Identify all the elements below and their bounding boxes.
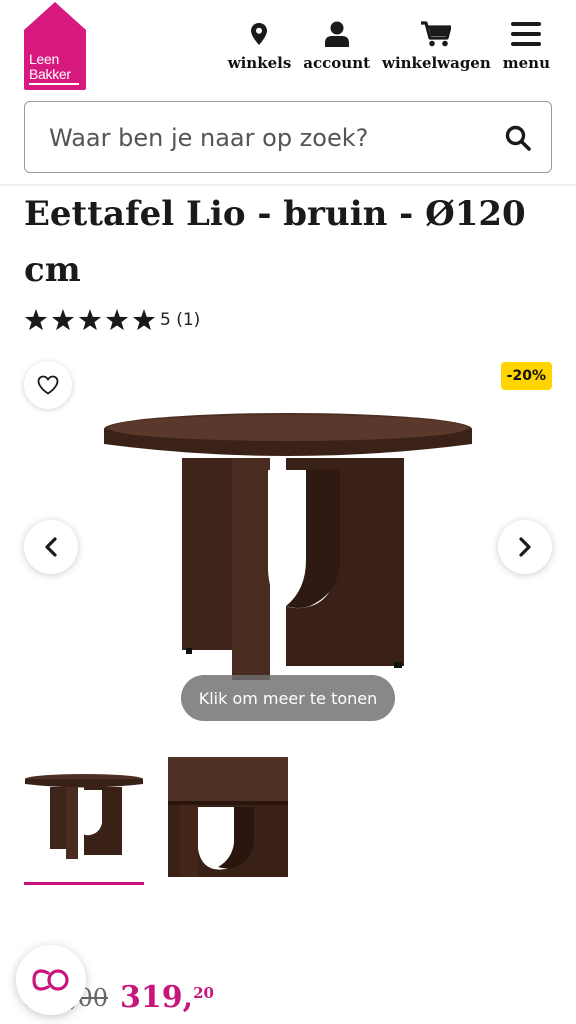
- cart-icon: [421, 18, 452, 50]
- gallery-next-button[interactable]: [498, 520, 552, 574]
- star-icon: [132, 309, 156, 331]
- map-pin-icon: [251, 18, 268, 50]
- star-icon: [105, 309, 129, 331]
- product-rating[interactable]: 5 (1): [24, 309, 200, 331]
- header-nav: winkels account winkelwagen menu: [222, 18, 556, 72]
- chat-logo-icon: [32, 969, 69, 991]
- nav-account[interactable]: account: [297, 18, 376, 72]
- current-price: 319,: [119, 980, 194, 1015]
- nav-label: winkels: [227, 54, 292, 72]
- product-gallery: -20% Klik om meer te tonen: [0, 352, 576, 732]
- favorite-button[interactable]: [24, 361, 72, 409]
- nav-label: winkelwagen: [382, 54, 491, 72]
- nav-winkelwagen[interactable]: winkelwagen: [376, 18, 497, 72]
- search-icon[interactable]: [505, 125, 531, 156]
- rating-stars: [24, 309, 156, 331]
- product-title: Eettafel Lio - bruin - Ø120 cm: [24, 194, 526, 290]
- leen-bakker-logo[interactable]: Leen Bakker: [24, 2, 86, 90]
- rating-text: 5 (1): [160, 310, 201, 330]
- thumbnail-2[interactable]: [168, 757, 288, 885]
- star-icon: [24, 309, 48, 331]
- logo-text: Leen Bakker: [29, 51, 71, 82]
- nav-label: menu: [502, 54, 550, 72]
- chevron-left-icon: [45, 537, 57, 557]
- show-more-button[interactable]: Klik om meer te tonen: [181, 675, 395, 721]
- discount-badge: -20%: [500, 362, 552, 390]
- logo-underline: [29, 83, 79, 85]
- heart-icon: [37, 375, 59, 395]
- nav-winkels[interactable]: winkels: [222, 18, 298, 72]
- product-image[interactable]: [100, 410, 476, 685]
- search-bar: [24, 101, 552, 173]
- site-header: Leen Bakker winkels account winkelwagen …: [0, 0, 576, 186]
- gallery-prev-button[interactable]: [24, 520, 78, 574]
- star-icon: [51, 309, 75, 331]
- thumbnail-1[interactable]: [24, 757, 144, 885]
- star-icon: [78, 309, 102, 331]
- current-price-cents: 20: [193, 984, 214, 1002]
- chevron-right-icon: [519, 537, 531, 557]
- user-icon: [324, 18, 349, 50]
- nav-label: account: [303, 54, 371, 72]
- thumbnail-strip: [24, 757, 288, 885]
- search-input[interactable]: [49, 120, 479, 156]
- chat-button[interactable]: [16, 945, 86, 1015]
- nav-menu[interactable]: menu: [497, 18, 556, 72]
- hamburger-menu-icon: [511, 18, 542, 50]
